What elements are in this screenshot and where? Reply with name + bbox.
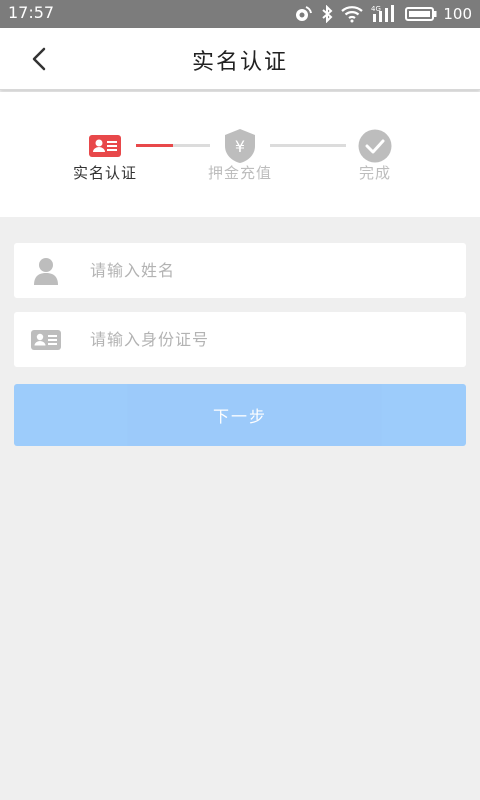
sync-icon [293, 5, 313, 23]
next-step-button[interactable]: 下一步 [14, 384, 466, 446]
bluetooth-icon [321, 5, 333, 23]
name-field [14, 243, 466, 298]
progress-line-pending-2 [270, 144, 346, 147]
id-card-gray-icon [14, 312, 78, 367]
svg-text:¥: ¥ [235, 137, 245, 156]
page-title: 实名认证 [191, 50, 288, 75]
step-label-deposit: 押金充值 [207, 164, 272, 182]
id-card-icon [87, 128, 123, 164]
battery-icon [405, 6, 437, 22]
progress-line-pending [173, 144, 210, 147]
battery-level: 100 [443, 5, 472, 23]
deposit-shield-icon: ¥ [222, 128, 258, 164]
title-bar: 实名认证 [0, 28, 480, 90]
name-input[interactable] [90, 261, 450, 280]
check-circle-icon [357, 128, 393, 164]
user-icon [14, 243, 78, 298]
step-label-complete: 完成 [358, 164, 391, 182]
wifi-icon [341, 5, 364, 23]
progress-steps: 实名认证 ¥ 押金充值 完成 [0, 92, 480, 217]
status-bar: 17:57 4G 100 [0, 0, 480, 28]
status-icons: 4G 100 [293, 3, 472, 25]
progress-line-done [136, 144, 173, 147]
status-time: 17:57 [8, 3, 55, 22]
step-label-verify: 实名认证 [72, 164, 137, 182]
id-number-input[interactable] [90, 330, 450, 349]
signal-icon: 4G [371, 4, 397, 24]
id-number-field [14, 312, 466, 367]
